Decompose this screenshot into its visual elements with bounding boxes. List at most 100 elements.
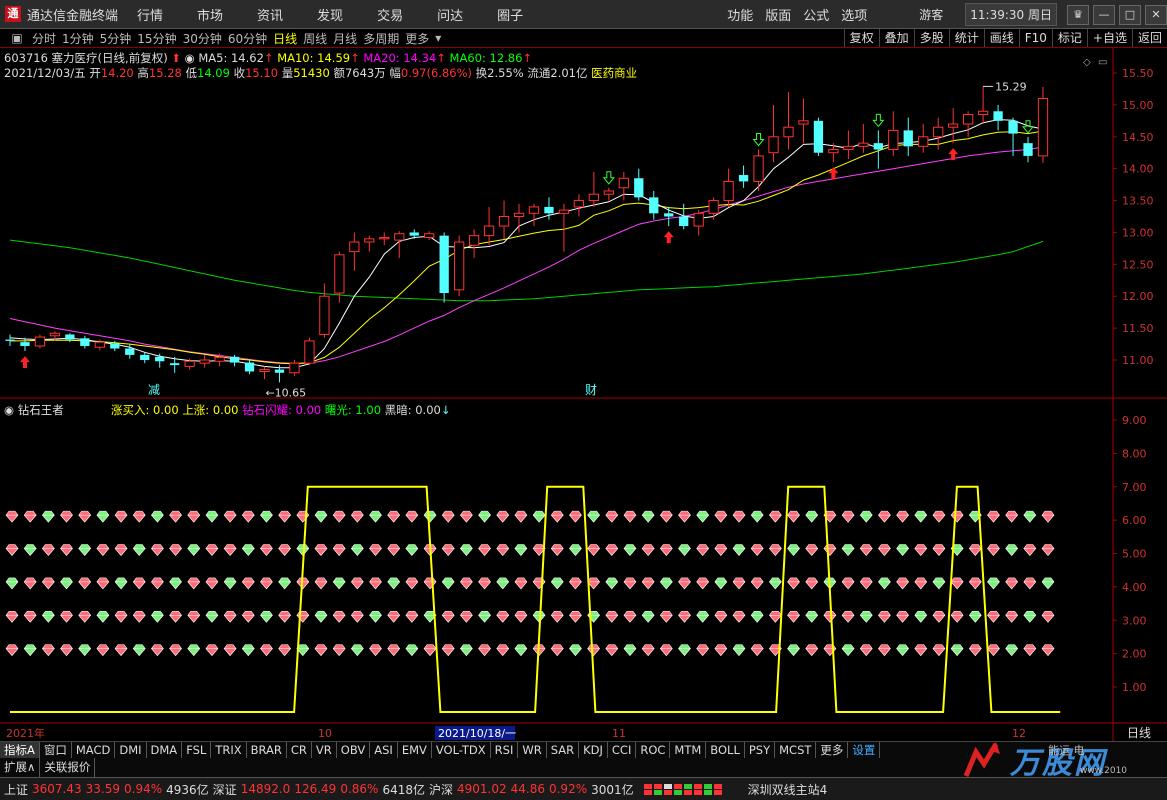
menu-jiaoyi[interactable]: 交易 bbox=[377, 5, 403, 24]
candle-body-57[interactable] bbox=[858, 142, 869, 147]
candle-body-1[interactable] bbox=[20, 342, 30, 346]
indicator-tab-21[interactable]: BOLL bbox=[706, 742, 745, 758]
candle-body-34[interactable] bbox=[513, 212, 525, 218]
tool-duogu[interactable]: 多股 bbox=[913, 29, 949, 47]
candle-body-39[interactable] bbox=[588, 193, 600, 202]
indicator-tab-3[interactable]: DMI bbox=[115, 742, 147, 758]
candle-body-35[interactable] bbox=[528, 206, 540, 214]
sz-label[interactable]: 深证 bbox=[213, 781, 237, 798]
candle-body-19[interactable] bbox=[289, 362, 300, 374]
candle-body-36[interactable] bbox=[544, 206, 554, 214]
menu-quanzi[interactable]: 圈子 bbox=[497, 5, 523, 24]
candle-body-51[interactable] bbox=[768, 136, 779, 154]
period-60min[interactable]: 60分钟 bbox=[228, 30, 267, 47]
indicator-tab-19[interactable]: ROC bbox=[636, 742, 671, 758]
candle-body-5[interactable] bbox=[80, 338, 90, 346]
indicator-tab-15[interactable]: WR bbox=[518, 742, 547, 758]
menu-hangqing[interactable]: 行情 bbox=[137, 5, 163, 24]
candle-body-58[interactable] bbox=[873, 143, 883, 150]
tool-gongshi[interactable]: 公式 bbox=[803, 5, 829, 24]
candle-body-3[interactable] bbox=[49, 332, 61, 337]
candle-body-32[interactable] bbox=[483, 225, 495, 237]
candle-body-37[interactable] bbox=[558, 209, 570, 214]
period-fenshi[interactable]: 分时 bbox=[32, 30, 56, 47]
ma-toggle-icon[interactable]: ◉ bbox=[185, 51, 195, 65]
indicator-tab-9[interactable]: VR bbox=[312, 742, 337, 758]
candle-body-17[interactable] bbox=[259, 369, 270, 372]
candle-body-42[interactable] bbox=[634, 178, 644, 198]
period-daily[interactable]: 日线 bbox=[273, 30, 297, 47]
candle-body-67[interactable] bbox=[1008, 120, 1018, 134]
indicator-tab-7[interactable]: BRAR bbox=[247, 742, 287, 758]
candle-body-8[interactable] bbox=[125, 348, 135, 355]
candle-body-53[interactable] bbox=[798, 120, 809, 125]
menu-zixun[interactable]: 资讯 bbox=[257, 5, 283, 24]
candle-body-64[interactable] bbox=[963, 113, 974, 125]
sector-value[interactable]: 医药商业 bbox=[591, 66, 637, 80]
candle-body-20[interactable] bbox=[304, 340, 315, 364]
candle-body-60[interactable] bbox=[903, 130, 913, 147]
period-more-dropdown-icon[interactable]: ▾ bbox=[435, 31, 441, 45]
hs-label[interactable]: 沪深 bbox=[429, 781, 453, 798]
indicator-tab-2[interactable]: MACD bbox=[72, 742, 116, 758]
indicator-tab-13[interactable]: VOL-TDX bbox=[432, 742, 491, 758]
period-15min[interactable]: 15分钟 bbox=[137, 30, 176, 47]
candle-body-7[interactable] bbox=[110, 343, 120, 349]
candle-body-13[interactable] bbox=[199, 359, 210, 364]
menu-faxian[interactable]: 发现 bbox=[317, 5, 343, 24]
candle-body-44[interactable] bbox=[664, 213, 674, 217]
candle-body-33[interactable] bbox=[498, 216, 510, 227]
maximize-icon[interactable]: □ bbox=[1119, 4, 1141, 25]
candle-body-50[interactable] bbox=[753, 155, 764, 182]
candle-body-48[interactable] bbox=[723, 180, 734, 202]
candle-body-31[interactable] bbox=[468, 235, 480, 246]
candle-body-59[interactable] bbox=[888, 129, 899, 151]
close-icon[interactable]: ✕ bbox=[1145, 4, 1167, 25]
indicator-tab-24[interactable]: 更多 bbox=[816, 742, 849, 758]
indicator-tab-17[interactable]: KDJ bbox=[579, 742, 608, 758]
indicator-tab-11[interactable]: ASI bbox=[370, 742, 398, 758]
candle-body-6[interactable] bbox=[94, 341, 105, 348]
sh-label[interactable]: 上证 bbox=[4, 781, 28, 798]
indicator-tab-25[interactable]: 设置 bbox=[848, 742, 881, 758]
candle-body-18[interactable] bbox=[274, 369, 285, 373]
indicator-name[interactable]: 钻石王者 bbox=[18, 403, 64, 417]
indicator-tab-10[interactable]: OBV bbox=[337, 742, 371, 758]
tool-f10[interactable]: F10 bbox=[1018, 29, 1052, 47]
indicator-tab-23[interactable]: MCST bbox=[775, 742, 817, 758]
period-weekly[interactable]: 周线 bbox=[303, 30, 327, 47]
indicator-tab-4[interactable]: DMA bbox=[147, 742, 183, 758]
stock-code-name[interactable]: 603716 塞力医疗(日线,前复权) bbox=[4, 51, 168, 65]
tool-add-watchlist[interactable]: +自选 bbox=[1086, 29, 1132, 47]
indicator-tab-22[interactable]: PSY bbox=[745, 742, 776, 758]
candle-body-24[interactable] bbox=[364, 238, 375, 243]
user-guest[interactable]: 游客 bbox=[919, 6, 943, 23]
candle-body-38[interactable] bbox=[573, 200, 585, 208]
candle-body-56[interactable] bbox=[843, 145, 854, 151]
candle-body-45[interactable] bbox=[679, 216, 689, 227]
indicator-toggle-icon[interactable]: ◉ bbox=[4, 403, 14, 417]
candle-body-65[interactable] bbox=[977, 110, 989, 115]
indicator-tab-20[interactable]: MTM bbox=[670, 742, 707, 758]
candle-body-4[interactable] bbox=[65, 334, 75, 340]
candle-body-66[interactable] bbox=[993, 111, 1003, 121]
candle-body-28[interactable] bbox=[424, 233, 435, 239]
indicator-tab-8[interactable]: CR bbox=[287, 742, 312, 758]
candle-body-40[interactable] bbox=[603, 190, 614, 195]
candle-body-2[interactable] bbox=[34, 336, 46, 347]
candle-body-62[interactable] bbox=[933, 126, 944, 138]
indicator-tab-18[interactable]: CCI bbox=[608, 742, 637, 758]
tool-biaoji[interactable]: 标记 bbox=[1051, 29, 1087, 47]
skin-icon[interactable]: ♛ bbox=[1067, 4, 1089, 25]
candle-body-25[interactable] bbox=[379, 237, 390, 240]
candle-body-14[interactable] bbox=[214, 356, 225, 362]
tool-fuquan[interactable]: 复权 bbox=[843, 29, 879, 47]
tool-banmian[interactable]: 版面 bbox=[765, 5, 791, 24]
candle-body-54[interactable] bbox=[813, 120, 824, 153]
candle-body-43[interactable] bbox=[649, 197, 659, 214]
candle-body-46[interactable] bbox=[693, 212, 704, 227]
extension-tab-0[interactable]: 扩展∧ bbox=[0, 758, 41, 777]
candle-body-52[interactable] bbox=[783, 126, 794, 138]
candle-body-12[interactable] bbox=[184, 360, 195, 367]
indicator-tab-5[interactable]: FSL bbox=[182, 742, 212, 758]
